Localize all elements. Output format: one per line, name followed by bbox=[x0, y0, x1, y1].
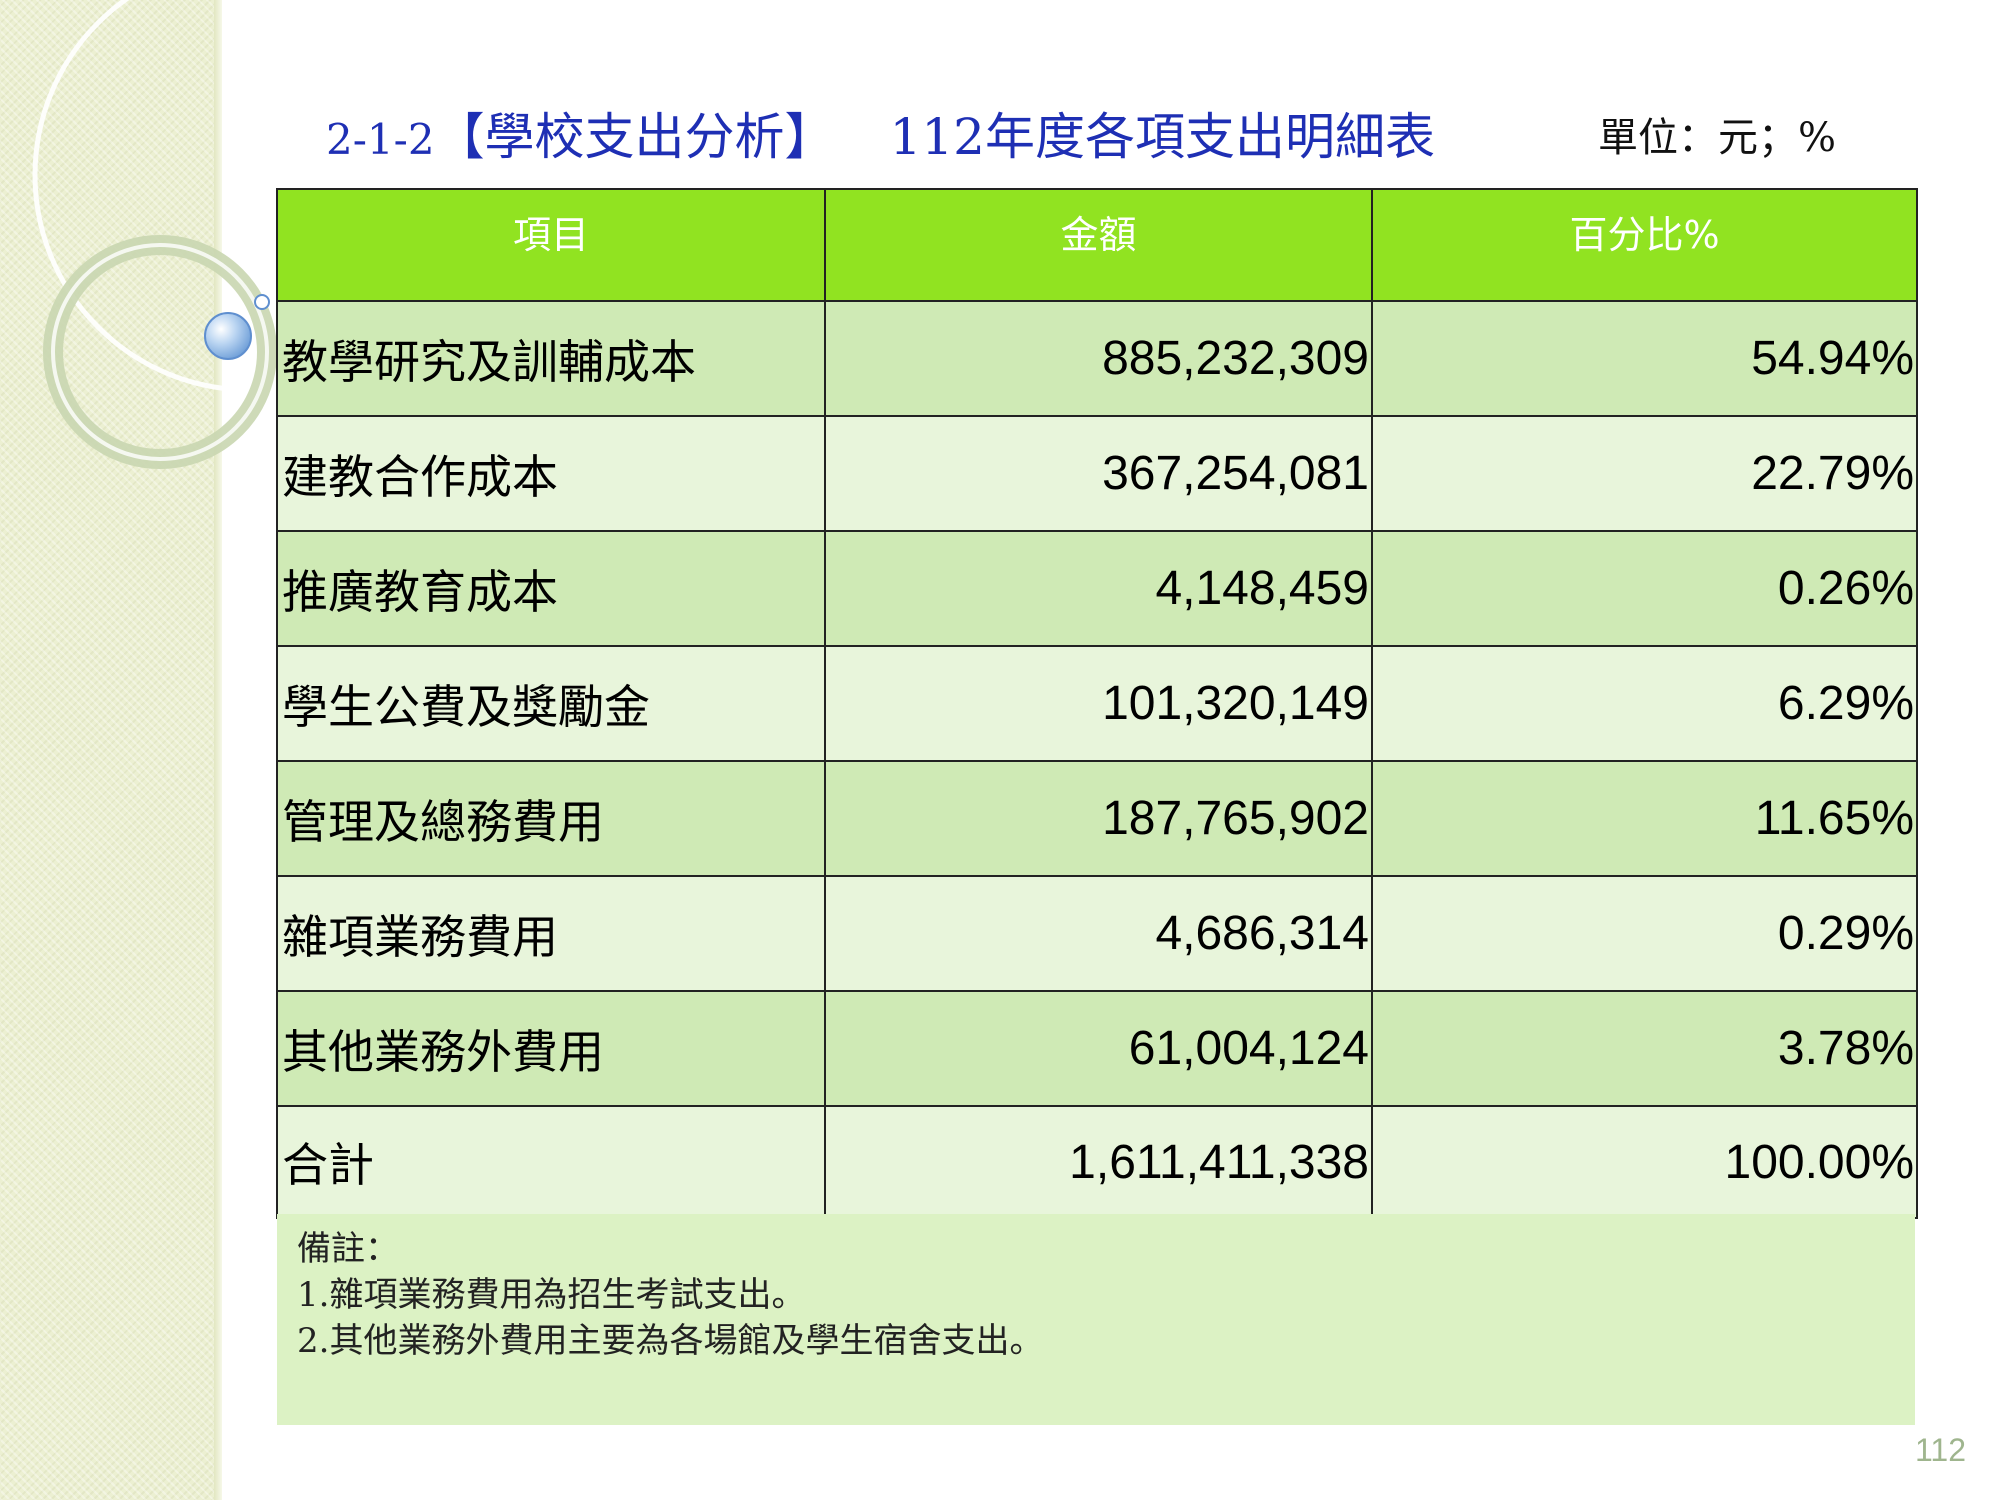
table-row: 教學研究及訓輔成本 885,232,309 54.94% bbox=[276, 300, 1918, 417]
row-amount: 885,232,309 bbox=[824, 300, 1373, 417]
table-row: 其他業務外費用 61,004,124 3.78% bbox=[276, 990, 1918, 1107]
table-row: 建教合作成本 367,254,081 22.79% bbox=[276, 415, 1918, 532]
small-bubble-icon bbox=[254, 294, 270, 310]
total-amount: 1,611,411,338 bbox=[824, 1105, 1373, 1219]
blue-bubble-icon bbox=[204, 312, 252, 360]
row-item: 雜項業務費用 bbox=[276, 875, 826, 992]
page-title: 2-1-2【學校支出分析】 112年度各項支出明細表 bbox=[326, 102, 1435, 175]
notes-heading: 備註： bbox=[297, 1229, 399, 1269]
row-percent: 3.78% bbox=[1371, 990, 1918, 1107]
table-row: 雜項業務費用 4,686,314 0.29% bbox=[276, 875, 1918, 992]
row-item: 推廣教育成本 bbox=[276, 530, 826, 647]
notes-box: 備註： 1.雜項業務費用為招生考試支出。 2.其他業務外費用主要為各場館及學生宿… bbox=[277, 1214, 1915, 1425]
header-percent: 百分比% bbox=[1371, 188, 1918, 302]
row-item: 管理及總務費用 bbox=[276, 760, 826, 877]
total-percent: 100.00% bbox=[1371, 1105, 1918, 1219]
total-item: 合計 bbox=[276, 1105, 826, 1219]
row-item: 教學研究及訓輔成本 bbox=[276, 300, 826, 417]
row-amount: 4,686,314 bbox=[824, 875, 1373, 992]
row-percent: 6.29% bbox=[1371, 645, 1918, 762]
table-row: 管理及總務費用 187,765,902 11.65% bbox=[276, 760, 1918, 877]
row-amount: 101,320,149 bbox=[824, 645, 1373, 762]
row-item: 學生公費及獎勵金 bbox=[276, 645, 826, 762]
table-total-row: 合計 1,611,411,338 100.00% bbox=[276, 1105, 1918, 1219]
notes-line-1: 1.雜項業務費用為招生考試支出。 bbox=[297, 1275, 806, 1315]
page-number: 112 bbox=[1914, 1432, 1966, 1468]
title-section: 【學校支出分析】 bbox=[434, 108, 835, 166]
row-item: 建教合作成本 bbox=[276, 415, 826, 532]
table-header-row: 項目 金額 百分比% bbox=[276, 188, 1918, 302]
row-percent: 54.94% bbox=[1371, 300, 1918, 417]
unit-label: 單位：元；% bbox=[1598, 115, 1837, 161]
table-row: 學生公費及獎勵金 101,320,149 6.29% bbox=[276, 645, 1918, 762]
notes-line-2: 2.其他業務外費用主要為各場館及學生宿舍支出。 bbox=[297, 1321, 1044, 1361]
row-amount: 367,254,081 bbox=[824, 415, 1373, 532]
row-amount: 61,004,124 bbox=[824, 990, 1373, 1107]
title-name: 112年度各項支出明細表 bbox=[889, 108, 1435, 166]
table-row: 推廣教育成本 4,148,459 0.26% bbox=[276, 530, 1918, 647]
row-amount: 187,765,902 bbox=[824, 760, 1373, 877]
row-item: 其他業務外費用 bbox=[276, 990, 826, 1107]
expense-table: 項目 金額 百分比% 教學研究及訓輔成本 885,232,309 54.94% … bbox=[276, 188, 1918, 1219]
row-percent: 0.29% bbox=[1371, 875, 1918, 992]
row-amount: 4,148,459 bbox=[824, 530, 1373, 647]
header-item: 項目 bbox=[276, 188, 826, 302]
row-percent: 11.65% bbox=[1371, 760, 1918, 877]
header-amount: 金額 bbox=[824, 188, 1373, 302]
row-percent: 22.79% bbox=[1371, 415, 1918, 532]
title-code: 2-1-2 bbox=[326, 115, 435, 164]
decorative-rings bbox=[32, 0, 468, 469]
row-percent: 0.26% bbox=[1371, 530, 1918, 647]
